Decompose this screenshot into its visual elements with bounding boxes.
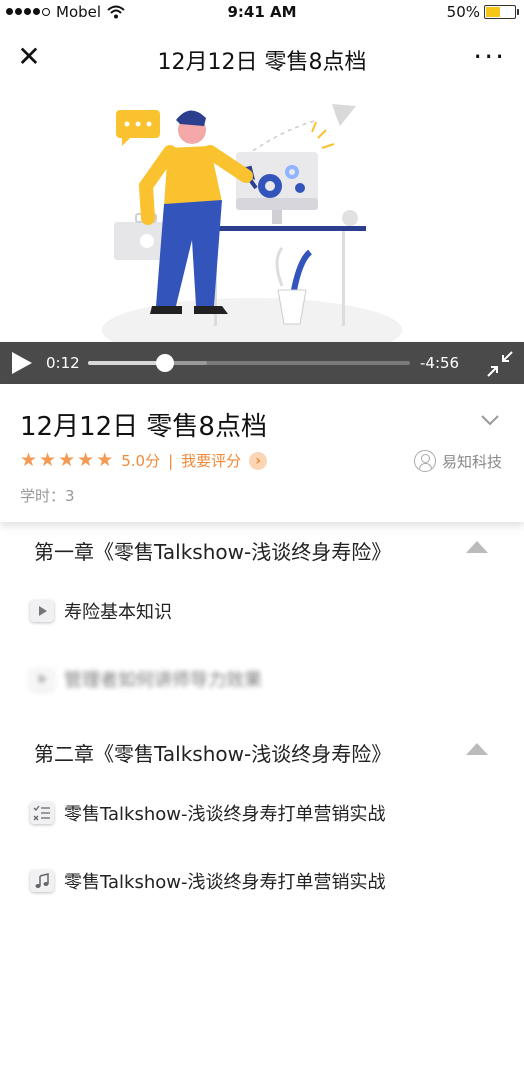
- lesson-title: 零售Talkshow-浅谈终身寿打单营销实战: [64, 872, 386, 893]
- star-icon: ★: [96, 449, 114, 471]
- star-icon: ★: [58, 449, 76, 471]
- lesson-item[interactable]: 零售Talkshow-浅谈终身寿打单营销实战: [30, 868, 386, 894]
- user-icon: [413, 450, 436, 472]
- progress-fill: [88, 361, 166, 365]
- chapter-title[interactable]: 第一章《零售Talkshow-浅谈终身寿险》: [34, 536, 391, 565]
- course-cover-illustration: [0, 90, 524, 342]
- remaining-time: -4:56: [420, 354, 460, 372]
- organization[interactable]: 易知科技: [413, 450, 502, 472]
- lesson-item[interactable]: 管理者如何讲师导力效果: [30, 666, 262, 692]
- lesson-title: 管理者如何讲师导力效果: [64, 670, 262, 691]
- video-play-icon: [30, 668, 54, 690]
- status-right: 50%: [446, 3, 519, 21]
- hours-label: 学时：: [20, 487, 66, 505]
- battery-percent: 50%: [446, 3, 480, 21]
- play-button[interactable]: [12, 352, 32, 374]
- collapse-triangle-icon[interactable]: [466, 541, 488, 553]
- close-icon: ✕: [17, 40, 41, 73]
- fullscreen-exit-icon[interactable]: [486, 350, 514, 378]
- chapter-title[interactable]: 第二章《零售Talkshow-浅谈终身寿险》: [34, 738, 391, 767]
- course-title: 12月12日 零售8点档: [20, 412, 267, 442]
- rating-row: ★ ★ ★ ★ ★ 5.0分 | 我要评分 ›: [20, 450, 268, 471]
- video-player-controls: 0:12 -4:56: [0, 342, 524, 384]
- seek-bar[interactable]: [88, 354, 410, 372]
- star-icon: ★: [39, 449, 57, 471]
- lesson-title: 零售Talkshow-浅谈终身寿打单营销实战: [64, 804, 386, 825]
- course-info-card: 12月12日 零售8点档 ★ ★ ★ ★ ★ 5.0分 | 我要评分 › 易知科技 学时…: [0, 384, 524, 522]
- status-bar: Mobel 9:41 AM 50%: [0, 0, 524, 26]
- nav-bar: ✕ 12月12日 零售8点档 ···: [0, 28, 524, 91]
- status-time: 9:41 AM: [227, 3, 297, 21]
- lesson-item[interactable]: 零售Talkshow-浅谈终身寿打单营销实战: [30, 800, 386, 826]
- current-time: 0:12: [46, 354, 80, 372]
- course-hours: 学时：3: [20, 485, 75, 506]
- star-icon: ★: [77, 449, 95, 471]
- hours-value: 3: [65, 487, 75, 505]
- chevron-right-icon[interactable]: ›: [249, 451, 268, 470]
- star-icon: ★: [20, 449, 38, 471]
- collapse-triangle-icon[interactable]: [466, 743, 488, 755]
- rating-separator: |: [168, 451, 174, 470]
- rating-score: 5.0分: [121, 452, 161, 470]
- audio-note-icon: [30, 870, 54, 892]
- page-title: 12月12日 零售8点档: [157, 50, 367, 75]
- chevron-down-icon[interactable]: [480, 414, 500, 426]
- seek-knob[interactable]: [156, 354, 175, 372]
- lesson-title: 寿险基本知识: [64, 602, 172, 623]
- rate-course-link[interactable]: 我要评分: [181, 450, 241, 471]
- more-button[interactable]: ···: [473, 40, 506, 73]
- cover-illustration: [102, 104, 402, 342]
- battery-icon: [484, 5, 519, 19]
- lesson-item[interactable]: 寿险基本知识: [30, 598, 172, 624]
- video-play-icon: [30, 600, 54, 622]
- more-icon: ···: [473, 40, 506, 73]
- organization-name: 易知科技: [441, 452, 502, 471]
- checklist-icon: [30, 802, 54, 824]
- star-rating: ★ ★ ★ ★ ★: [20, 451, 113, 470]
- close-button[interactable]: ✕: [14, 42, 44, 72]
